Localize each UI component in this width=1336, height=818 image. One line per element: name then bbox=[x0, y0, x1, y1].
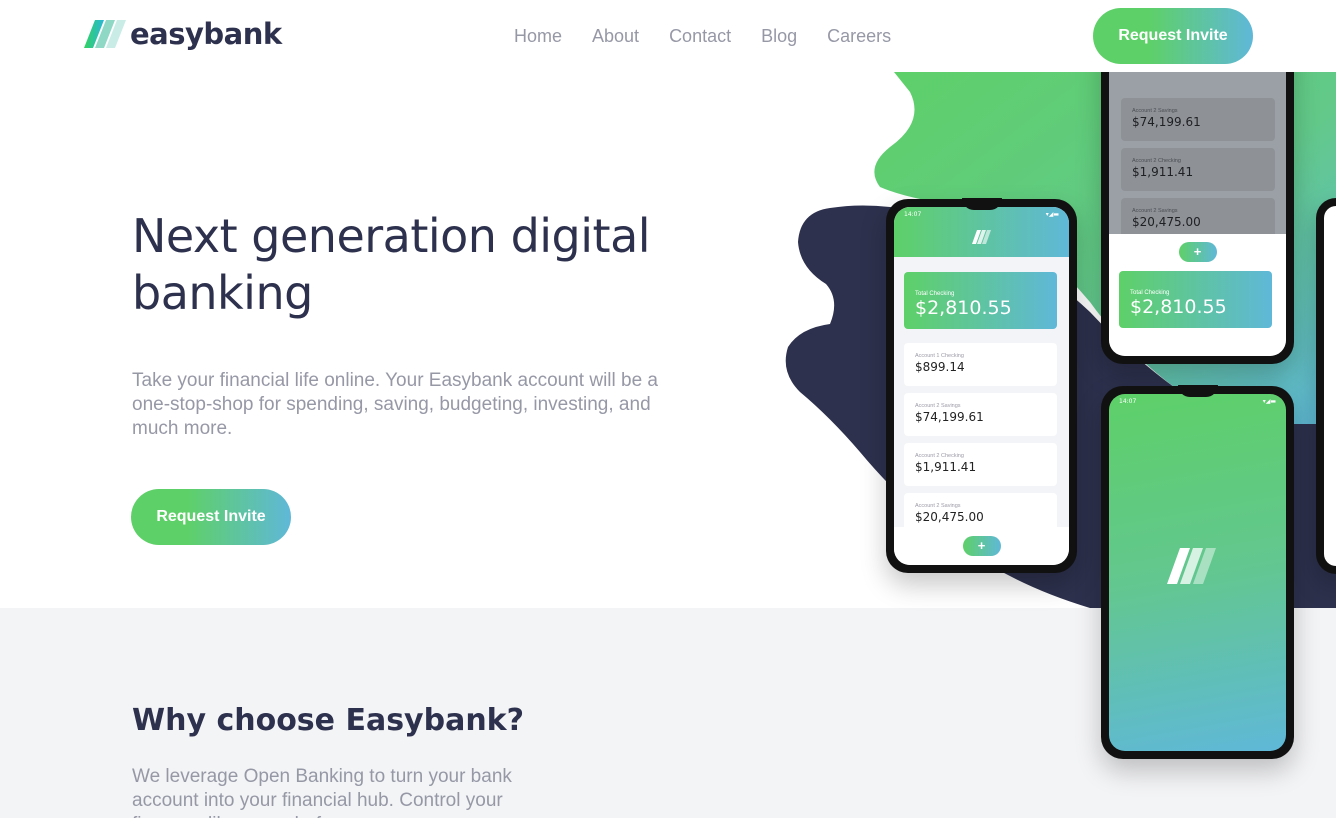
status-time: 14:07 bbox=[904, 211, 922, 218]
logo[interactable]: easybank bbox=[84, 18, 282, 50]
main-nav: Home About Contact Blog Careers bbox=[514, 24, 921, 48]
account-item: Account 1 Checking $899.14 bbox=[904, 343, 1057, 386]
hero-request-invite-button[interactable]: Request Invite bbox=[131, 489, 291, 545]
logo-text: easybank bbox=[130, 17, 282, 51]
hero-description: Take your financial life online. Your Ea… bbox=[132, 370, 658, 439]
nav-careers[interactable]: Careers bbox=[827, 24, 891, 48]
total-checking-card: Total Checking $2,810.55 bbox=[904, 272, 1057, 329]
app-logo-icon bbox=[971, 230, 991, 244]
header-request-invite-button[interactable]: Request Invite bbox=[1093, 8, 1253, 64]
splash-logo-icon bbox=[1167, 548, 1216, 584]
logo-mark-icon bbox=[84, 20, 126, 48]
account-item: Account 2 Checking $1,911.41 bbox=[904, 443, 1057, 486]
nav-blog[interactable]: Blog bbox=[761, 24, 797, 48]
nav-contact[interactable]: Contact bbox=[669, 24, 731, 48]
site-header: easybank Home About Contact Blog Careers… bbox=[0, 0, 1336, 72]
phone-mockup-splash: 14:07 ▾◢▬ bbox=[1101, 385, 1294, 759]
nav-about[interactable]: About bbox=[592, 24, 639, 48]
phone-mockup-left: 14:07 ▾◢▬ Total Checking $2,810.55 Accou… bbox=[886, 198, 1077, 573]
phone-mockup-edge bbox=[1316, 198, 1336, 574]
status-icons: ▾◢▬ bbox=[1045, 211, 1059, 218]
nav-home[interactable]: Home bbox=[514, 24, 562, 48]
why-description: We leverage Open Banking to turn your ba… bbox=[132, 766, 512, 818]
why-title: Why choose Easybank? bbox=[132, 703, 525, 738]
add-icon: + bbox=[962, 536, 1001, 556]
add-icon: + bbox=[1178, 242, 1217, 262]
hero-title: Next generation digital banking bbox=[132, 209, 651, 320]
total-checking-card: Total Checking $2,810.55 bbox=[1119, 271, 1272, 328]
account-item: Account 2 Savings $74,199.61 bbox=[904, 393, 1057, 436]
